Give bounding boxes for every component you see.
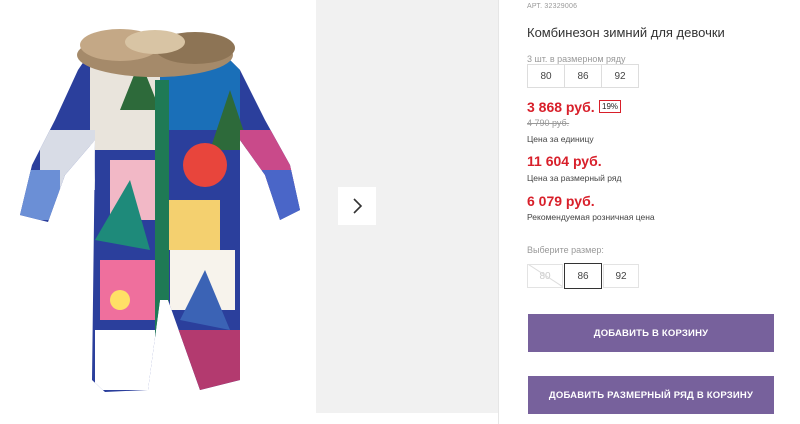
size-select-label: Выберите размер: [527,245,604,255]
add-to-cart-button[interactable]: ДОБАВИТЬ В КОРЗИНУ [528,314,774,352]
range-price-caption: Цена за размерный ряд [527,173,622,183]
next-image-button[interactable] [338,187,376,225]
product-image[interactable] [0,0,316,413]
size-selector: 80 86 92 [527,263,640,289]
unit-price: 3 868 руб. [527,99,595,115]
product-title: Комбинезон зимний для девочки [527,25,725,40]
size-range-item: 92 [601,65,638,87]
product-gallery [0,0,498,413]
unit-price-caption: Цена за единицу [527,134,594,144]
size-range-item: 80 [540,70,552,82]
size-range-label: 3 шт. в размерном ряду [527,54,626,64]
size-option-92[interactable]: 92 [603,264,639,288]
fur-hood [77,29,235,77]
size-range-list: 80 86 92 [527,64,639,88]
chevron-right-icon [353,198,363,214]
old-price: 4 790 руб. [527,118,570,128]
discount-badge: 19% [599,100,622,113]
retail-price-caption: Рекомендуемая розничная цена [527,212,655,222]
size-option-86[interactable]: 86 [564,263,602,289]
size-range-item: 86 [564,65,601,87]
snowsuit-illustration [20,29,300,392]
size-option-80[interactable]: 80 [527,264,563,288]
product-sku: АРТ. 32329006 [527,3,578,10]
range-price: 11 604 руб. [527,153,602,169]
column-divider [498,0,499,424]
retail-price: 6 079 руб. [527,193,595,209]
add-size-range-to-cart-button[interactable]: ДОБАВИТЬ РАЗМЕРНЫЙ РЯД В КОРЗИНУ [528,376,774,414]
